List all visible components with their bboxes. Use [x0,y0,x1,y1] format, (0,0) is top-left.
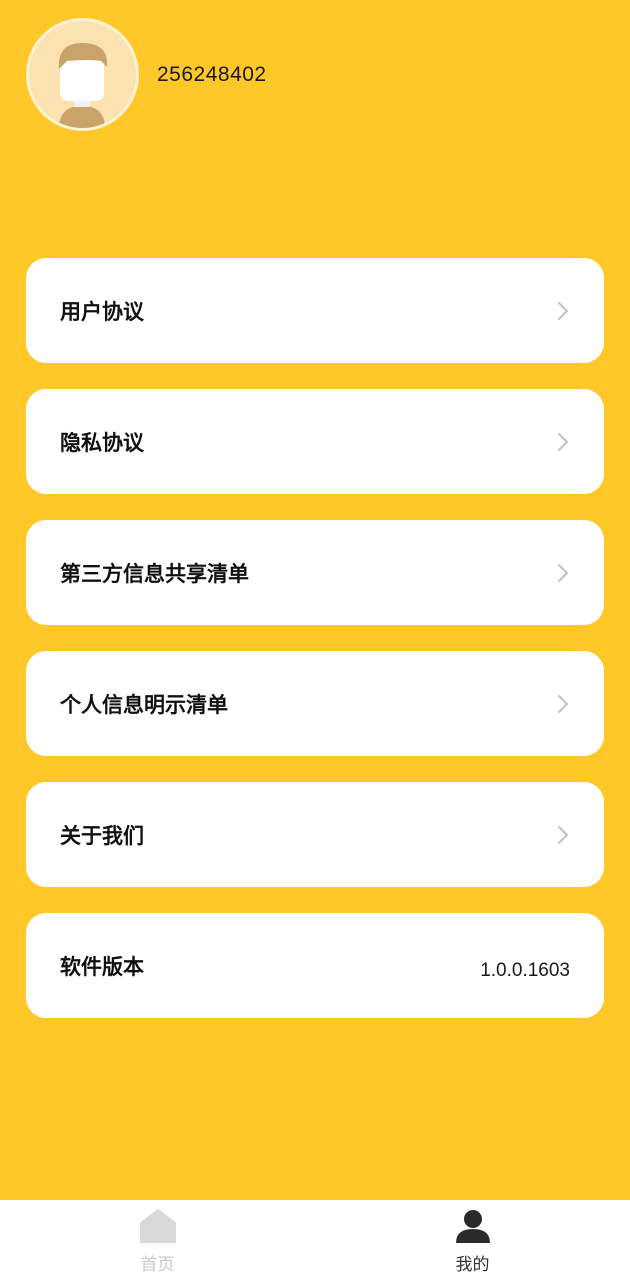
menu-item-label: 关于我们 [60,823,144,848]
menu-item-label: 用户协议 [60,299,144,324]
menu-item-about-us[interactable]: 关于我们 [26,782,604,887]
menu-item-label: 软件版本 [60,954,144,979]
menu-item-privacy-agreement[interactable]: 隐私协议 [26,389,604,494]
tab-mine[interactable]: 我的 [315,1200,630,1280]
tab-label: 我的 [455,1255,490,1275]
version-value: 1.0.0.1603 [480,959,570,981]
settings-menu: 用户协议 隐私协议 第三方信息共享清单 个人信息明示清单 关于我们 软件版本 1… [26,258,604,1044]
menu-item-label: 个人信息明示清单 [60,692,228,717]
menu-item-third-party-sharing[interactable]: 第三方信息共享清单 [26,520,604,625]
avatar[interactable] [26,18,139,131]
chevron-right-icon [557,825,569,844]
menu-item-label: 隐私协议 [60,430,144,455]
menu-item-software-version: 软件版本 1.0.0.1603 [26,913,604,1018]
chevron-right-icon [557,563,569,582]
user-icon [455,1210,490,1243]
profile-header: 256248402 [26,18,267,131]
tab-home[interactable]: 首页 [0,1200,315,1280]
home-icon [139,1209,176,1243]
menu-item-user-agreement[interactable]: 用户协议 [26,258,604,363]
user-id: 256248402 [157,62,267,86]
menu-item-personal-info-list[interactable]: 个人信息明示清单 [26,651,604,756]
bottom-tab-bar: 首页 我的 [0,1200,630,1280]
chevron-right-icon [557,301,569,320]
chevron-right-icon [557,694,569,713]
tab-label: 首页 [140,1255,175,1275]
menu-item-label: 第三方信息共享清单 [60,561,249,586]
chevron-right-icon [557,432,569,451]
default-avatar-icon [29,21,136,128]
